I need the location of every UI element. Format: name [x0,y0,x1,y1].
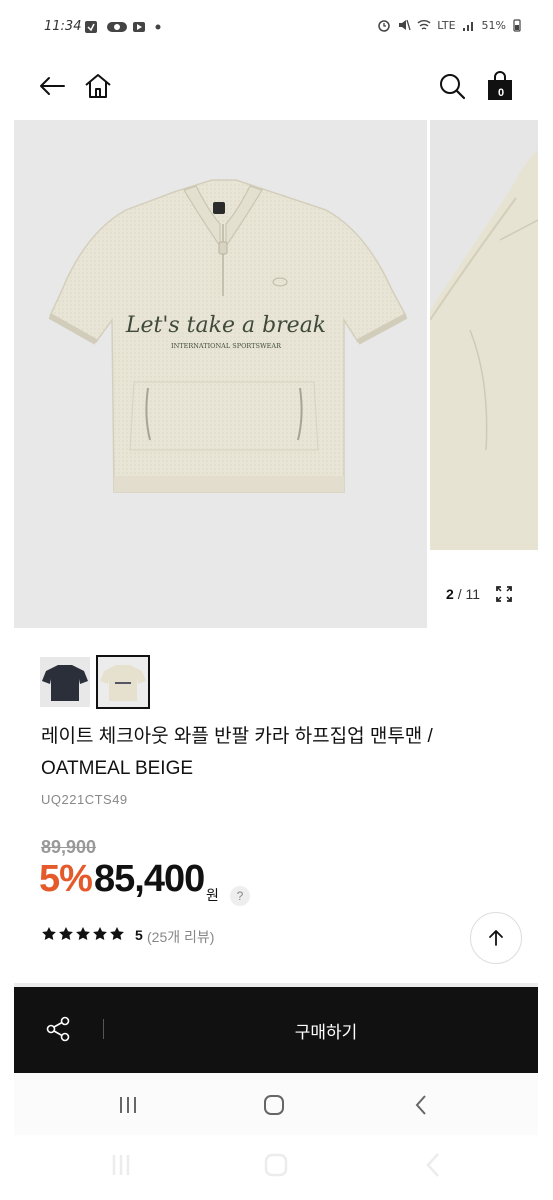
sale-price: 85,400 [94,858,205,900]
more-notifications-icon [155,24,161,30]
cart-count: 0 [497,87,505,99]
recent-apps-icon [120,1097,136,1113]
star-icons [42,927,124,940]
product-code: UQ221CTS49 [41,792,128,807]
system-navigation-bar [14,1073,538,1135]
chevron-left-icon [415,1095,426,1115]
battery-level: 51% [481,18,506,32]
scroll-to-top-button[interactable] [470,912,522,964]
status-time: 11:34 [44,19,82,34]
arrow-left-icon [40,77,65,95]
status-right: LTE 51% [377,18,522,32]
product-photo-closeup [430,120,538,550]
signal-icon [462,22,473,31]
pager-total: 11 [465,586,481,602]
home-icon [85,74,111,98]
status-bar: 11:34 LTE 51% [14,0,538,54]
video-icon [133,22,145,32]
ghost-nav-icons [112,1153,439,1177]
ghost-navigation-bar [0,1140,553,1195]
rating-score: 5 [135,927,143,943]
product-photo: Let's take a break INTERNATIONAL SPORTSW… [48,179,408,493]
product-title: 레이트 체크아웃 와플 반팔 카라 하프집업 맨투맨 / OATMEAL BEI… [41,726,433,779]
pager-current: 2 [446,586,454,602]
wifi-icon [417,20,431,30]
alarm-icon [378,20,390,32]
rating-stars [41,926,129,942]
gallery-pager: 2 / 11 [446,586,480,602]
expand-icon[interactable] [496,586,512,602]
notification-icon [85,21,97,33]
app-notification-icon [107,22,127,32]
buy-button[interactable]: 구매하기 [114,987,538,1073]
gallery-image-current[interactable]: Let's take a break INTERNATIONAL SPORTSW… [14,120,427,628]
battery-icon [513,19,521,32]
review-count-link[interactable]: (25개 리뷰) [147,927,214,947]
price-help-button[interactable]: ? [230,886,250,906]
cart-button[interactable]: 0 [480,66,520,106]
home-button[interactable] [78,66,118,106]
product-gallery[interactable]: Let's take a break INTERNATIONAL SPORTSW… [14,120,538,628]
discount-rate: 5% [39,858,93,900]
arrow-up-icon [489,930,503,946]
back-system-button[interactable] [408,1091,436,1119]
network-type: LTE [437,18,456,32]
currency-unit: 원 [206,887,219,903]
search-button[interactable] [432,66,472,106]
print-text: Let's take a break [125,313,326,338]
brand-logo [213,202,225,214]
home-circle-icon [264,1095,284,1115]
bar-divider [103,1019,104,1039]
purchase-bar: 구매하기 [14,987,538,1073]
color-thumb-navy[interactable] [40,657,90,707]
original-price: 89,900 [41,837,97,857]
top-navigation: 0 [14,54,538,120]
thumb-image-oatmeal [98,657,148,707]
print-subtext: INTERNATIONAL SPORTSWEAR [171,342,282,350]
gallery-image-next[interactable] [430,120,538,550]
search-icon [440,74,466,100]
home-system-button[interactable] [260,1091,288,1119]
thumb-image-navy [40,657,90,707]
back-button[interactable] [32,66,72,106]
color-thumb-oatmeal[interactable] [96,655,150,709]
recent-apps-button[interactable] [114,1091,142,1119]
mute-icon [399,19,411,31]
share-icon [46,1016,70,1042]
share-button[interactable] [44,1015,74,1045]
